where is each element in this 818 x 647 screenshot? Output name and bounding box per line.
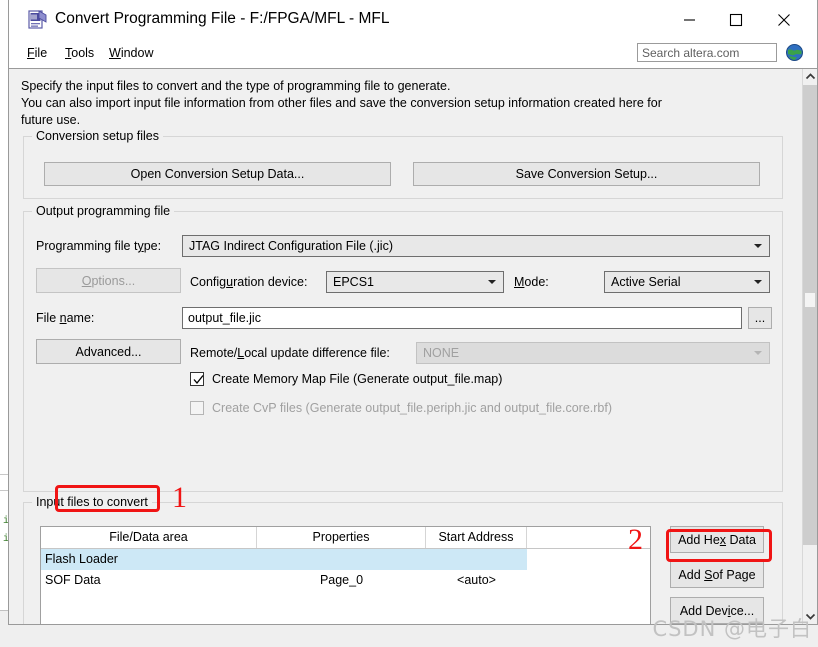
create-memory-map-checkbox[interactable] [190, 372, 204, 386]
output-programming-file-legend: Output programming file [32, 204, 175, 218]
cell-file-data-area: SOF Data [45, 573, 101, 587]
chevron-down-icon [488, 280, 496, 284]
cell-start-address [426, 549, 527, 570]
menu-item-window[interactable]: Window [103, 44, 159, 62]
file-name-input[interactable]: output_file.jic [182, 307, 742, 329]
intro-line-2: You can also import input file informati… [21, 96, 662, 110]
menu-item-file-rest: ile [34, 46, 48, 60]
chevron-down-icon [754, 280, 762, 284]
options-button[interactable]: Options... [36, 268, 181, 293]
maximize-button[interactable] [713, 0, 759, 40]
title-bar: Convert Programming File - F:/FPGA/MFL -… [9, 0, 817, 40]
column-header-properties[interactable]: Properties [257, 527, 426, 548]
chevron-down-icon [754, 244, 762, 248]
close-button[interactable] [761, 0, 807, 40]
menu-item-file[interactable]: File [21, 44, 53, 62]
cell-file-data-area: Flash Loader [45, 552, 118, 566]
minimize-button[interactable] [667, 0, 713, 40]
menu-item-window-rest: indow [120, 46, 154, 60]
advanced-button[interactable]: Advanced... [36, 339, 181, 364]
menu-item-tools[interactable]: Tools [59, 44, 100, 62]
scroll-down-button[interactable] [803, 608, 817, 624]
input-files-to-convert-group: Input files to convert File/Data area Pr… [23, 495, 783, 624]
cell-properties: Page_0 [319, 573, 364, 587]
column-header-start-address[interactable]: Start Address [426, 527, 527, 548]
create-memory-map-label[interactable]: Create Memory Map File (Generate output_… [212, 372, 502, 386]
open-conversion-setup-data-button[interactable]: Open Conversion Setup Data... [44, 162, 391, 186]
scroll-up-button[interactable] [803, 69, 817, 85]
intro-line-1: Specify the input files to convert and t… [21, 79, 451, 93]
browse-file-button[interactable]: ... [748, 307, 772, 329]
save-conversion-setup-button[interactable]: Save Conversion Setup... [413, 162, 760, 186]
chevron-down-icon [754, 351, 762, 355]
window-title: Convert Programming File - F:/FPGA/MFL -… [55, 10, 390, 27]
mode-combo[interactable]: Active Serial [604, 271, 770, 293]
scrollbar-thumb[interactable] [803, 85, 817, 545]
add-hex-data-button[interactable]: Add Hex Data [670, 526, 764, 553]
remote-local-update-label: Remote/Local update difference file: [190, 346, 390, 360]
mode-value: Active Serial [611, 275, 681, 289]
add-device-button[interactable]: Add Device... [670, 597, 764, 624]
create-cvp-files-checkbox [190, 401, 204, 415]
intro-line-3: future use. [21, 113, 81, 127]
menu-bar: File Tools Window Search altera.com [9, 40, 817, 69]
remote-local-update-combo: NONE [416, 342, 770, 364]
convert-programming-file-window: Convert Programming File - F:/FPGA/MFL -… [8, 0, 818, 625]
table-header-row: File/Data area Properties Start Address [41, 527, 650, 549]
cell-start-address: <auto> [457, 573, 496, 587]
table-row[interactable]: SOF Data Page_0 <auto> [41, 570, 527, 591]
configuration-device-label: Configuration device: [190, 275, 308, 289]
programming-file-type-combo[interactable]: JTAG Indirect Configuration File (.jic) [182, 235, 770, 257]
programming-file-type-label: Programming file type: [36, 239, 162, 253]
dialog-content: Specify the input files to convert and t… [9, 69, 804, 624]
conversion-setup-files-group: Conversion setup files Open Conversion S… [23, 129, 783, 199]
configuration-device-combo[interactable]: EPCS1 [326, 271, 504, 293]
create-cvp-files-label: Create CvP files (Generate output_file.p… [212, 401, 612, 415]
conversion-setup-files-legend: Conversion setup files [32, 129, 163, 143]
search-input[interactable]: Search altera.com [637, 43, 777, 62]
cell-properties [257, 549, 426, 570]
input-files-table[interactable]: File/Data area Properties Start Address … [40, 526, 651, 624]
scrollbar-track[interactable] [803, 85, 817, 608]
file-name-label: File name: [36, 311, 95, 325]
application-icon [26, 9, 48, 31]
menu-item-tools-rest: ools [71, 46, 95, 60]
column-header-spacer [527, 527, 650, 548]
input-files-legend: Input files to convert [32, 495, 152, 509]
remote-local-update-value: NONE [423, 346, 460, 360]
column-header-file-data-area[interactable]: File/Data area [41, 527, 257, 548]
table-row[interactable]: Flash Loader [41, 549, 527, 570]
programming-file-type-value: JTAG Indirect Configuration File (.jic) [189, 239, 393, 253]
intro-text: Specify the input files to convert and t… [21, 78, 761, 129]
output-programming-file-group: Output programming file Programming file… [23, 204, 783, 492]
add-sof-page-button[interactable]: Add Sof Page [670, 561, 764, 588]
scrollbar-thumb-grip [805, 293, 815, 307]
vertical-scrollbar[interactable] [802, 69, 817, 624]
configuration-device-value: EPCS1 [333, 275, 374, 289]
mode-label: Mode: [514, 275, 549, 289]
globe-icon[interactable] [785, 43, 804, 62]
